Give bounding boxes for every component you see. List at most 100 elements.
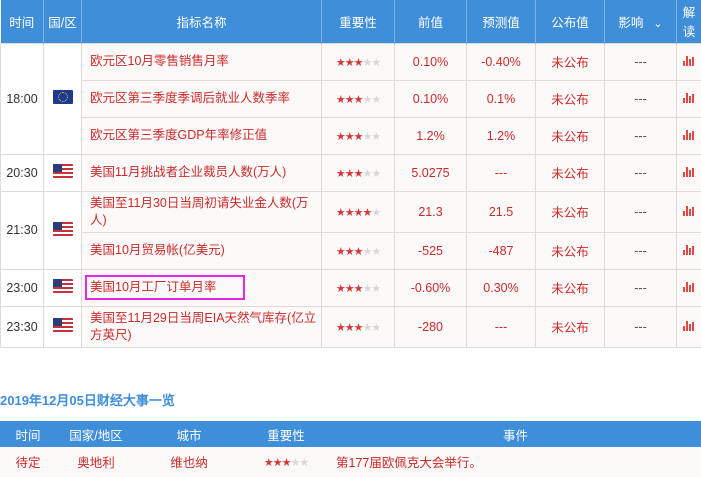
- analysis-cell[interactable]: [676, 305, 701, 348]
- calendar-row[interactable]: 23:00 美国10月工厂订单月率 ★ ★ ★ ★ ★ -0.60% 0.30% 未公布 ---: [0, 268, 701, 307]
- indicator-name[interactable]: 欧元区10月零售销售月率: [81, 42, 322, 81]
- analysis-cell[interactable]: [676, 153, 701, 192]
- event-country: 奥地利: [56, 447, 136, 477]
- bar-chart-icon[interactable]: [683, 320, 695, 331]
- row-flag: [43, 305, 82, 348]
- importance-cell: ★ ★ ★ ★ ★: [321, 305, 395, 348]
- importance-cell: ★ ★ ★ ★ ★: [321, 231, 395, 270]
- indicator-name[interactable]: 美国11月挑战者企业裁员人数(万人): [81, 153, 322, 192]
- bar-chart-icon[interactable]: [683, 129, 695, 140]
- star-empty-icon: ★: [371, 206, 381, 219]
- row-time: 21:30: [0, 190, 44, 270]
- previous-value: 1.2%: [394, 116, 467, 155]
- calendar-row[interactable]: 美国10月贸易帐(亿美元) ★ ★ ★ ★ ★ -525 -487 未公布 ---: [1, 231, 701, 270]
- indicator-name[interactable]: 美国10月贸易帐(亿美元): [81, 231, 322, 270]
- us-flag-icon: [52, 318, 73, 332]
- star-filled-icon: ★: [335, 206, 346, 219]
- indicator-name-link[interactable]: 美国10月工厂订单月率: [85, 275, 245, 300]
- star-filled-icon: ★: [335, 167, 346, 180]
- bar-chart-icon[interactable]: [683, 205, 695, 216]
- forecast-value: ---: [466, 305, 536, 348]
- star-empty-icon: ★: [371, 321, 381, 334]
- actual-value: 未公布: [535, 116, 605, 155]
- actual-value: 未公布: [535, 42, 605, 81]
- indicator-name[interactable]: 欧元区第三季度季调后就业人数季率: [81, 79, 322, 118]
- event-row[interactable]: 待定 奥地利 维也纳 ★ ★ ★ ★ ★ 第177届欧佩克大会举行。: [0, 447, 701, 477]
- analysis-cell[interactable]: [676, 190, 701, 233]
- star-filled-icon: ★: [344, 167, 355, 180]
- indicator-name-link[interactable]: 欧元区第三季度GDP年率修正值: [86, 124, 271, 147]
- header-analysis: 解读: [676, 0, 701, 43]
- indicator-name[interactable]: 美国至11月29日当周EIA天然气库存(亿立方英尺): [81, 305, 322, 348]
- previous-value: 0.10%: [394, 42, 467, 81]
- star-empty-icon: ★: [362, 321, 372, 334]
- impact-value: ---: [604, 268, 677, 307]
- bar-chart-icon[interactable]: [683, 92, 695, 103]
- forecast-value: 1.2%: [466, 116, 536, 155]
- star-empty-icon: ★: [371, 245, 381, 258]
- event-city: 维也纳: [136, 447, 242, 477]
- analysis-cell[interactable]: [676, 42, 701, 81]
- us-flag-icon: [52, 164, 73, 178]
- importance-stars: ★ ★ ★ ★ ★: [336, 282, 381, 295]
- importance-cell: ★ ★ ★ ★ ★: [321, 79, 395, 118]
- importance-stars: ★ ★ ★ ★ ★: [336, 321, 381, 334]
- eu-flag-icon: [52, 90, 73, 104]
- header-impact-label: 影响: [618, 15, 644, 30]
- analysis-cell[interactable]: [676, 268, 701, 307]
- indicator-name-link[interactable]: 欧元区10月零售销售月率: [86, 50, 233, 73]
- calendar-row[interactable]: 20:30 美国11月挑战者企业裁员人数(万人) ★ ★ ★ ★ ★ 5.0275 --- 未公布…: [0, 153, 701, 192]
- header-importance: 重要性: [321, 0, 395, 43]
- analysis-cell[interactable]: [676, 231, 701, 270]
- previous-value: 0.10%: [394, 79, 467, 118]
- indicator-name-link[interactable]: 美国10月贸易帐(亿美元): [86, 239, 229, 262]
- importance-stars: ★ ★ ★ ★ ★: [336, 130, 381, 143]
- star-empty-icon: ★: [362, 93, 372, 106]
- indicator-name-link[interactable]: 美国至11月30日当周初请失业金人数(万人): [86, 192, 321, 232]
- row-flag: [43, 42, 82, 155]
- indicator-name[interactable]: 美国至11月30日当周初请失业金人数(万人): [81, 190, 322, 233]
- bar-chart-icon[interactable]: [683, 281, 695, 292]
- calendar-row[interactable]: 21:30 美国至11月30日当周初请失业金人数(万人) ★ ★ ★ ★ ★ 21.3 21.5…: [0, 190, 701, 270]
- bar-chart-icon[interactable]: [683, 166, 695, 177]
- chevron-down-icon[interactable]: ⌄: [653, 17, 662, 30]
- analysis-cell[interactable]: [676, 116, 701, 155]
- bar-chart-icon[interactable]: [683, 55, 695, 66]
- header-impact[interactable]: 影响 ⌄: [604, 0, 677, 43]
- analysis-cell[interactable]: [676, 79, 701, 118]
- bar-chart-icon[interactable]: [683, 244, 695, 255]
- star-empty-icon: ★: [371, 167, 381, 180]
- importance-stars: ★ ★ ★ ★ ★: [336, 245, 381, 258]
- star-filled-icon: ★: [344, 282, 355, 295]
- importance-cell: ★ ★ ★ ★ ★: [321, 268, 395, 307]
- calendar-row[interactable]: 23:30 美国至11月29日当周EIA天然气库存(亿立方英尺) ★ ★ ★ ★ ★ -280…: [0, 305, 701, 348]
- importance-cell: ★ ★ ★ ★ ★: [321, 190, 395, 233]
- indicator-name-link[interactable]: 美国11月挑战者企业裁员人数(万人): [86, 161, 290, 184]
- star-empty-icon: ★: [290, 456, 300, 469]
- row-time: 18:00: [0, 42, 44, 155]
- row-time: 23:00: [0, 268, 44, 307]
- indicator-name-link[interactable]: 欧元区第三季度季调后就业人数季率: [86, 87, 294, 110]
- star-empty-icon: ★: [371, 282, 381, 295]
- calendar-row[interactable]: 欧元区第三季度GDP年率修正值 ★ ★ ★ ★ ★ 1.2% 1.2% 未公布 ---: [1, 116, 701, 155]
- star-filled-icon: ★: [353, 321, 364, 334]
- star-filled-icon: ★: [281, 456, 292, 469]
- impact-value: ---: [604, 190, 677, 233]
- us-flag-icon: [52, 221, 73, 236]
- indicator-name[interactable]: 美国10月工厂订单月率: [81, 268, 322, 307]
- star-filled-icon: ★: [272, 456, 283, 469]
- star-empty-icon: ★: [362, 130, 372, 143]
- event-time: 待定: [0, 447, 56, 477]
- importance-cell: ★ ★ ★ ★ ★: [321, 116, 395, 155]
- calendar-row[interactable]: 欧元区第三季度季调后就业人数季率 ★ ★ ★ ★ ★ 0.10% 0.1% 未公布 ---: [1, 79, 701, 118]
- impact-value: ---: [604, 153, 677, 192]
- events-table: 时间 国家/地区 城市 重要性 事件 待定 奥地利 维也纳 ★ ★ ★ ★ ★ 第177届欧佩克…: [0, 421, 701, 477]
- indicator-name-link[interactable]: 美国至11月29日当周EIA天然气库存(亿立方英尺): [86, 307, 321, 347]
- star-empty-icon: ★: [299, 456, 309, 469]
- indicator-name[interactable]: 欧元区第三季度GDP年率修正值: [81, 116, 322, 155]
- forecast-value: 21.5: [466, 190, 536, 233]
- forecast-value: 0.30%: [466, 268, 536, 307]
- events-header-importance: 重要性: [242, 421, 330, 447]
- calendar-row[interactable]: 18:00 欧元区10月零售销售月率 ★ ★ ★ ★ ★ 0.10% -0.40% 未公布 ---: [0, 42, 701, 155]
- actual-value: 未公布: [535, 231, 605, 270]
